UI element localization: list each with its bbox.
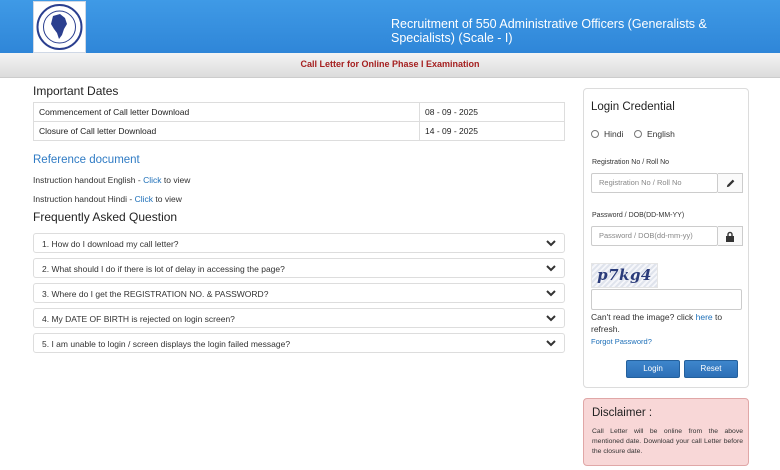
page-title: Recruitment of 550 Administrative Office… (391, 17, 707, 45)
instruction-hindi-link[interactable]: Click (135, 194, 153, 204)
refresh-captcha-text: Can't read the image? click here to refr… (591, 311, 743, 335)
login-button[interactable]: Login (626, 360, 680, 378)
chevron-down-icon (546, 290, 556, 297)
lock-icon (718, 226, 743, 246)
captcha-input[interactable] (591, 289, 742, 310)
radio-button[interactable] (591, 130, 599, 138)
important-dates-heading: Important Dates (33, 84, 119, 98)
instruction-text: Instruction handout English - (33, 175, 144, 185)
instruction-suffix: to view (153, 194, 182, 204)
lang-option-hindi[interactable]: Hindi (591, 129, 623, 139)
subtitle-text: Call Letter for Online Phase I Examinati… (300, 59, 480, 69)
login-title: Login Credential (591, 101, 675, 113)
instruction-hindi: Instruction handout Hindi - Click to vie… (33, 194, 182, 204)
subtitle-bar: Call Letter for Online Phase I Examinati… (0, 53, 780, 78)
faq-question: 3. Where do I get the REGISTRATION NO. &… (42, 289, 269, 299)
login-panel: Login Credential Hindi English Registrat… (583, 88, 749, 388)
faq-question: 5. I am unable to login / screen display… (42, 339, 291, 349)
forgot-password-link[interactable]: Forgot Password? (591, 337, 652, 346)
refresh-prefix: Can't read the image? click (591, 312, 696, 322)
pencil-icon (718, 173, 743, 193)
date-label: Closure of Call letter Download (33, 121, 420, 141)
chevron-down-icon (546, 265, 556, 272)
lang-option-english[interactable]: English (634, 129, 675, 139)
header-bar: Recruitment of 550 Administrative Office… (0, 0, 780, 53)
faq-question: 4. My DATE OF BIRTH is rejected on login… (42, 314, 235, 324)
faq-item-4[interactable]: 4. My DATE OF BIRTH is rejected on login… (33, 308, 565, 328)
faq-item-5[interactable]: 5. I am unable to login / screen display… (33, 333, 565, 353)
reference-heading: Reference document (33, 154, 140, 166)
refresh-captcha-link[interactable]: here (696, 312, 713, 322)
date-value: 08 - 09 - 2025 (419, 102, 565, 122)
lang-label: Hindi (604, 129, 624, 139)
table-row: Commencement of Call letter Download 08 … (33, 102, 565, 122)
date-label: Commencement of Call letter Download (33, 102, 420, 122)
instruction-text: Instruction handout Hindi - (33, 194, 135, 204)
faq-item-3[interactable]: 3. Where do I get the REGISTRATION NO. &… (33, 283, 565, 303)
captcha-image: p7kg4 (591, 263, 658, 288)
table-row: Closure of Call letter Download 14 - 09 … (33, 121, 565, 141)
registration-input[interactable]: Registration No / Roll No (591, 173, 718, 193)
company-emblem-icon (33, 1, 86, 53)
faq-question: 2. What should I do if there is lot of d… (42, 264, 285, 274)
disclaimer-box: Disclaimer : Call Letter will be online … (583, 398, 749, 466)
lang-label: English (647, 129, 675, 139)
date-value: 14 - 09 - 2025 (419, 121, 565, 141)
faq-heading: Frequently Asked Question (33, 210, 178, 224)
radio-button[interactable] (634, 130, 642, 138)
faq-question: 1. How do I download my call letter? (42, 239, 179, 249)
instruction-english-link[interactable]: Click (143, 175, 161, 185)
reset-button[interactable]: Reset (684, 360, 738, 378)
disclaimer-text: Call Letter will be online from the abov… (592, 428, 743, 455)
registration-label: Registration No / Roll No (592, 159, 670, 166)
chevron-down-icon (546, 340, 556, 347)
chevron-down-icon (546, 240, 556, 247)
password-input[interactable]: Password / DOB(dd-mm-yy) (591, 226, 718, 246)
chevron-down-icon (546, 315, 556, 322)
disclaimer-title: Disclaimer : (592, 407, 653, 419)
faq-item-1[interactable]: 1. How do I download my call letter? (33, 233, 565, 253)
password-label: Password / DOB(DD-MM-YY) (592, 212, 685, 219)
important-dates-table: Commencement of Call letter Download 08 … (33, 102, 565, 141)
faq-item-2[interactable]: 2. What should I do if there is lot of d… (33, 258, 565, 278)
instruction-english: Instruction handout English - Click to v… (33, 175, 190, 185)
instruction-suffix: to view (161, 175, 191, 185)
